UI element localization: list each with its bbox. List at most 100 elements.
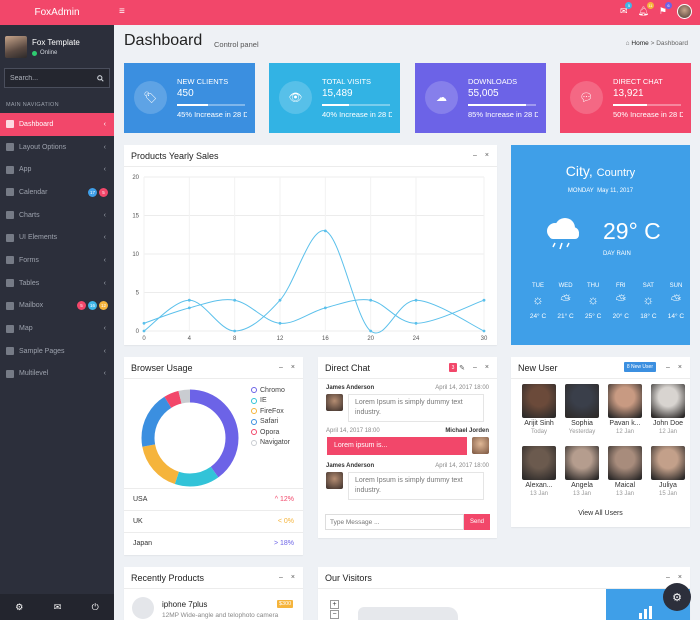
data-point[interactable] bbox=[233, 298, 237, 302]
data-point[interactable] bbox=[278, 321, 282, 325]
user-card-date: 15 Jan bbox=[658, 491, 677, 497]
user-card[interactable]: Pavan k... 12 Jan bbox=[605, 384, 645, 435]
bell-badge: 11 bbox=[646, 2, 654, 9]
power-icon[interactable]: ⏻ bbox=[92, 602, 99, 613]
stat-description: 85% Increase in 28 Days bbox=[468, 110, 538, 119]
sidebar-item-ui-elements[interactable]: UI Elements ‹ bbox=[0, 226, 114, 249]
sidebar-item-charts[interactable]: Charts ‹ bbox=[0, 204, 114, 227]
settings-fab[interactable]: ⚙ bbox=[663, 583, 691, 611]
stat-box-new-clients[interactable]: 🏷︎ NEW CLIENTS 450 45% Increase in 28 Da… bbox=[124, 63, 255, 133]
send-button[interactable]: Send bbox=[464, 514, 490, 530]
minimize-icon[interactable]: – bbox=[473, 152, 477, 159]
sidebar-item-calendar[interactable]: Calendar 17 5 bbox=[0, 181, 114, 204]
stat-value: 15,489 bbox=[322, 88, 353, 99]
legend-label: IE bbox=[260, 397, 267, 405]
gear-icon[interactable]: ⚙ bbox=[15, 602, 23, 613]
minimize-icon[interactable]: – bbox=[279, 364, 283, 371]
user-avatar[interactable] bbox=[677, 4, 692, 19]
map-zoom-in-button[interactable]: + bbox=[330, 600, 339, 609]
forecast-day-name: THU bbox=[587, 283, 600, 289]
user-card[interactable]: Juliya 15 Jan bbox=[648, 446, 688, 497]
x-tick-label: 16 bbox=[322, 336, 329, 342]
mail-icon[interactable]: ✉ bbox=[54, 602, 62, 613]
data-point[interactable] bbox=[414, 298, 418, 302]
minimize-icon[interactable]: – bbox=[666, 364, 670, 371]
sidebar-item-sample-pages[interactable]: Sample Pages ‹ bbox=[0, 340, 114, 363]
view-all-users-link[interactable]: View All Users bbox=[511, 510, 690, 517]
data-point[interactable] bbox=[323, 306, 327, 310]
topbar: ≡ ✉ 5 🔔︎ 11 ⚑ 6 bbox=[114, 0, 700, 25]
data-point[interactable] bbox=[233, 329, 237, 333]
sidebar-item-map[interactable]: Map ‹ bbox=[0, 317, 114, 340]
user-card[interactable]: Arijit Sinh Today bbox=[519, 384, 559, 435]
close-icon[interactable]: × bbox=[485, 152, 489, 159]
user-avatar[interactable] bbox=[5, 36, 27, 58]
data-point[interactable] bbox=[187, 306, 191, 310]
user-card-name: Alexan... bbox=[525, 482, 553, 489]
flag-icon[interactable]: ⚑ 6 bbox=[659, 2, 672, 17]
sidebar-item-forms[interactable]: Forms ‹ bbox=[0, 249, 114, 272]
menu-toggle-icon[interactable]: ≡ bbox=[119, 6, 125, 17]
sidebar-item-dashboard[interactable]: Dashboard ‹ bbox=[0, 113, 114, 136]
topbar-icons: ✉ 5 🔔︎ 11 ⚑ 6 bbox=[620, 2, 692, 19]
sidebar-item-mailbox[interactable]: Mailbox 5 16 12 bbox=[0, 295, 114, 318]
data-point[interactable] bbox=[142, 329, 146, 333]
data-point[interactable] bbox=[323, 229, 327, 233]
sidebar-item-app[interactable]: App ‹ bbox=[0, 158, 114, 181]
map-zoom-out-button[interactable]: − bbox=[330, 610, 339, 619]
data-point[interactable] bbox=[482, 329, 486, 333]
user-card[interactable]: Alexan... 13 Jan bbox=[519, 446, 559, 497]
close-icon[interactable]: × bbox=[485, 364, 489, 372]
data-point[interactable] bbox=[187, 298, 191, 302]
stat-progress-fill bbox=[468, 104, 526, 106]
user-card-date: Yesterday bbox=[568, 429, 596, 435]
close-icon[interactable]: × bbox=[678, 364, 682, 371]
bell-icon[interactable]: 🔔︎ 11 bbox=[637, 2, 654, 17]
minimize-icon[interactable]: – bbox=[473, 364, 477, 372]
user-card[interactable]: John Doe 12 Jan bbox=[648, 384, 688, 435]
breadcrumb-home[interactable]: Home bbox=[631, 40, 648, 47]
nav-item-icon bbox=[6, 165, 14, 174]
data-point[interactable] bbox=[369, 298, 373, 302]
product-name[interactable]: iphone 7plus bbox=[162, 600, 207, 609]
user-photo bbox=[608, 446, 642, 480]
chevron-left-icon: ‹ bbox=[103, 211, 106, 219]
data-point[interactable] bbox=[278, 298, 282, 302]
nav-badges: 5 16 12 bbox=[77, 301, 108, 311]
sidebar-item-tables[interactable]: Tables ‹ bbox=[0, 272, 114, 295]
brand-logo[interactable]: FoxAdmin bbox=[0, 0, 114, 25]
user-card[interactable]: Angela 13 Jan bbox=[562, 446, 602, 497]
user-card[interactable]: Sophia Yesterday bbox=[562, 384, 602, 435]
legend-item: Opora bbox=[251, 427, 290, 438]
legend-item: Chromo bbox=[251, 385, 290, 396]
data-point[interactable] bbox=[414, 321, 418, 325]
recent-products-panel: Recently Products – × iphone 7plus $300 1… bbox=[124, 567, 303, 620]
sidebar-item-layout-options[interactable]: Layout Options ‹ bbox=[0, 136, 114, 159]
country-change: ^ 12% bbox=[274, 496, 294, 503]
series-line-2 bbox=[143, 299, 485, 324]
stat-box-downloads[interactable]: ☁︎ DOWNLOADS 55,005 85% Increase in 28 D… bbox=[415, 63, 546, 133]
sidebar-item-multilevel[interactable]: Multilevel ‹ bbox=[0, 363, 114, 386]
stat-box-total-visits[interactable]: 👁︎ TOTAL VISITS 15,489 40% Increase in 2… bbox=[269, 63, 400, 133]
user-card-name: Juliya bbox=[659, 482, 677, 489]
data-point[interactable] bbox=[142, 321, 146, 325]
minimize-icon[interactable]: – bbox=[279, 574, 283, 581]
stat-progress bbox=[322, 104, 390, 106]
data-point[interactable] bbox=[482, 298, 486, 302]
panel-title: Products Yearly Sales bbox=[131, 150, 219, 161]
mail-icon[interactable]: ✉ 5 bbox=[620, 2, 633, 17]
sidebar-search-input[interactable] bbox=[10, 74, 90, 82]
search-icon[interactable] bbox=[97, 74, 104, 82]
chat-message-input[interactable] bbox=[325, 514, 464, 530]
close-icon[interactable]: × bbox=[678, 574, 682, 581]
close-icon[interactable]: × bbox=[291, 364, 295, 371]
data-point[interactable] bbox=[369, 329, 373, 333]
minimize-icon[interactable]: – bbox=[666, 574, 670, 581]
user-card[interactable]: Maical 13 Jan bbox=[605, 446, 645, 497]
close-icon[interactable]: × bbox=[291, 574, 295, 581]
country-row: USA ^ 12% bbox=[124, 488, 303, 510]
stat-box-direct-chat[interactable]: 💬︎ DIRECT CHAT 13,921 50% Increase in 28… bbox=[560, 63, 691, 133]
chat-contacts-icon[interactable]: ✎ bbox=[459, 364, 465, 372]
user-card-date: 12 Jan bbox=[658, 429, 677, 435]
partly-cloudy-icon: ⛅︎ bbox=[615, 292, 626, 307]
